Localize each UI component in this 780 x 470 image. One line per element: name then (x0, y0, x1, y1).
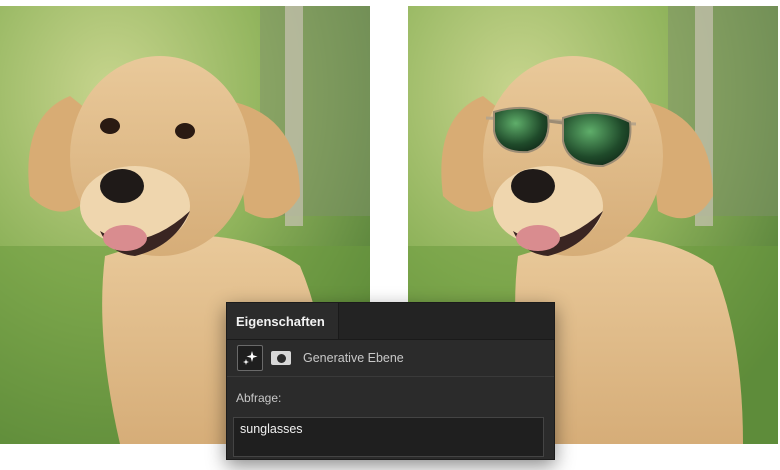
mask-icon[interactable] (271, 351, 291, 365)
panel-tabbar: Eigenschaften (227, 303, 554, 340)
layer-row: Generative Ebene (227, 340, 554, 377)
tab-properties[interactable]: Eigenschaften (227, 303, 339, 339)
query-label: Abfrage: (236, 391, 282, 405)
sparkle-icon[interactable] (237, 345, 263, 371)
prompt-input[interactable]: sunglasses (233, 417, 544, 457)
properties-panel: Eigenschaften Generative Ebene Abfrage: … (226, 302, 555, 460)
layer-type-label: Generative Ebene (303, 351, 404, 365)
